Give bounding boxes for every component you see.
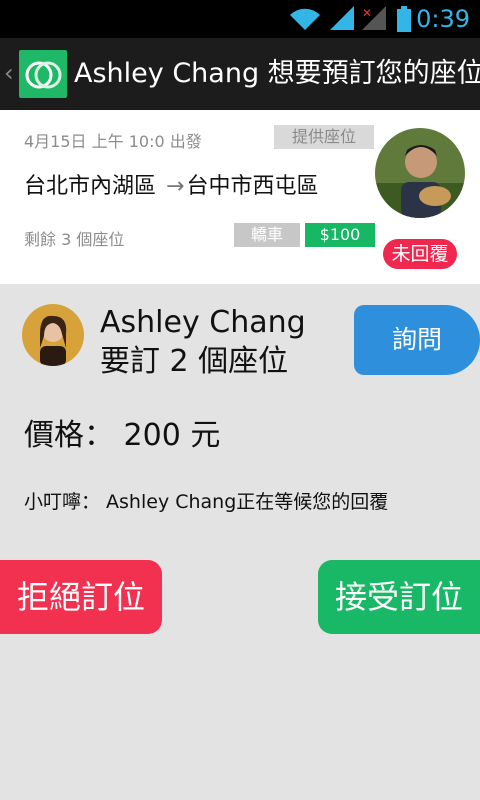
requester-name: Ashley Chang	[100, 305, 306, 340]
ask-button[interactable]: 詢問	[354, 305, 480, 375]
signal-no-service-icon: ✕	[362, 6, 386, 30]
route-to: 台中市西屯區	[186, 174, 319, 199]
depart-time: 4月15日 上午 10:0 出發	[24, 132, 202, 151]
battery-icon	[397, 6, 411, 32]
page-title: Ashley Chang 想要預訂您的座位	[74, 58, 480, 89]
wifi-icon	[290, 8, 320, 30]
requested-seats: 要訂 2 個座位	[100, 344, 289, 379]
logo-rings-icon	[25, 61, 62, 89]
signal-icon	[330, 6, 354, 30]
back-chevron-icon[interactable]: ‹	[4, 58, 14, 88]
arrow-right-icon: →	[166, 174, 185, 199]
total-price: 價格： 200 元	[24, 418, 221, 453]
status-time: 0:39	[416, 5, 470, 33]
requester-photo	[22, 304, 84, 366]
route: 台北市內湖區 →台中市西屯區	[24, 172, 318, 202]
app-logo[interactable]	[19, 50, 67, 98]
car-type-tag: 轎車	[234, 223, 300, 247]
accept-booking-button[interactable]: 接受訂位	[318, 560, 480, 634]
reject-booking-button[interactable]: 拒絕訂位	[0, 560, 162, 634]
route-from: 台北市內湖區	[24, 174, 157, 199]
driver-photo	[375, 128, 465, 218]
price-tag: $100	[305, 223, 375, 247]
status-badge: 未回覆	[383, 239, 457, 269]
offer-tag: 提供座位	[274, 125, 374, 149]
svg-text:✕: ✕	[362, 6, 372, 20]
status-bar: ✕ 0:39	[0, 0, 480, 38]
requester-avatar[interactable]	[22, 304, 84, 366]
driver-avatar[interactable]	[375, 128, 465, 218]
seats-left: 剩餘 3 個座位	[24, 230, 125, 249]
action-bar: ‹ Ashley Chang 想要預訂您的座位	[0, 38, 480, 110]
notice-text: 小叮嚀： Ashley Chang正在等候您的回覆	[24, 491, 389, 513]
